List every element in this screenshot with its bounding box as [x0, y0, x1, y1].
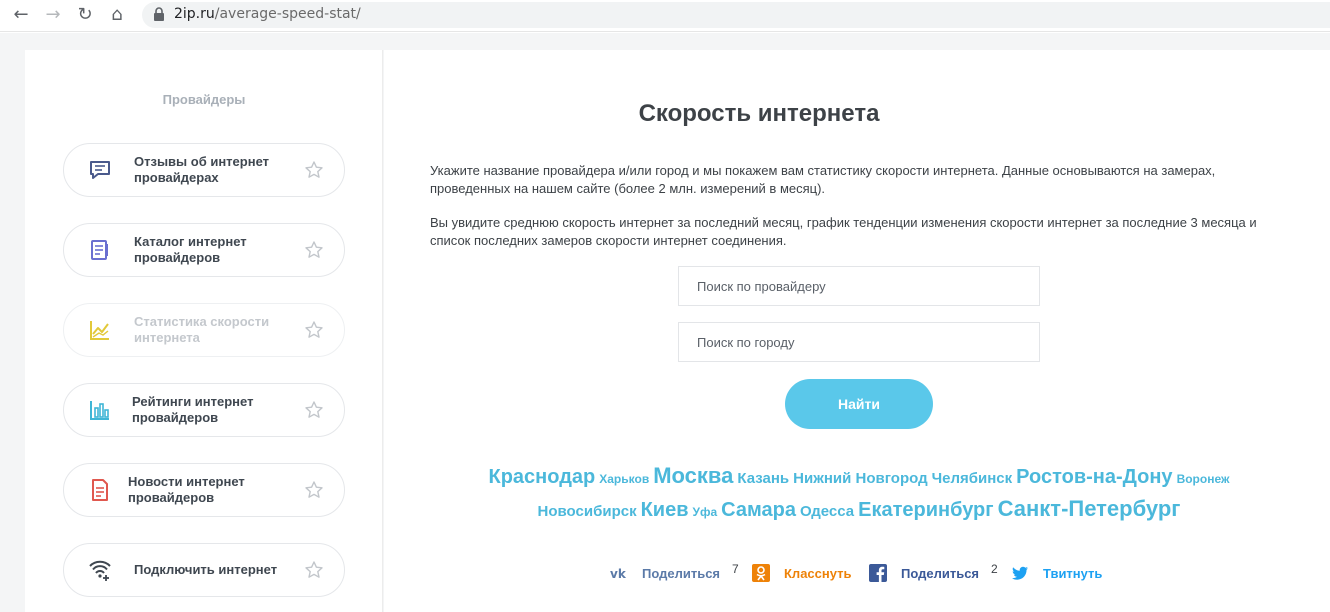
star-icon[interactable]: [304, 160, 324, 180]
city-link[interactable]: Краснодар: [489, 466, 596, 488]
city-link[interactable]: Воронеж: [1177, 472, 1230, 486]
lock-icon: [154, 7, 164, 21]
sidebar-item-label: Подключить интернет: [134, 562, 278, 577]
share-label: Поделиться: [642, 566, 721, 581]
description-paragraph: Укажите название провайдера и/или город …: [430, 163, 1216, 196]
page-title: Скорость интернета: [638, 100, 880, 127]
twitter-icon: [1012, 566, 1028, 580]
star-icon[interactable]: [304, 320, 324, 340]
sidebar-item-label: Каталог интернет провайдеров: [134, 234, 247, 265]
city-link[interactable]: Екатеринбург: [858, 499, 993, 521]
bar-chart-icon: [90, 401, 109, 420]
share-count: 7: [732, 562, 739, 576]
reload-icon[interactable]: ↻: [74, 4, 96, 26]
share-label: Твитнуть: [1043, 566, 1103, 581]
star-icon[interactable]: [304, 480, 324, 500]
arrow-left-icon[interactable]: ←: [10, 4, 32, 26]
sidebar-item-catalog[interactable]: Каталог интернет провайдеров: [63, 223, 345, 277]
star-icon[interactable]: [304, 560, 324, 580]
share-label: Поделиться: [901, 566, 980, 581]
sidebar: Провайдеры Отзывы об интернет провайдера…: [25, 50, 383, 612]
url-text[interactable]: 2ip.ru/average-speed-stat/: [174, 6, 361, 22]
city-link[interactable]: Уфа: [693, 505, 718, 519]
sidebar-item-speed-stats[interactable]: Статистика скорости интернета: [63, 303, 345, 357]
sidebar-item-label: Новости интернет провайдеров: [128, 474, 245, 505]
share-count: 2: [991, 562, 998, 576]
sidebar-item-label: Статистика скорости интернета: [134, 314, 270, 345]
sidebar-item-connect[interactable]: Подключить интернет: [63, 543, 345, 597]
city-cloud-row: Новосибирск Киев Уфа Самара Одесса Екатеринбу…: [454, 496, 1264, 522]
sidebar-item-label: Отзывы об интернет провайдерах: [134, 154, 269, 185]
city-link[interactable]: Санкт-Петербург: [998, 496, 1181, 521]
city-cloud-row: Краснодар Харьков Москва Казань Нижний Новго…: [454, 463, 1264, 489]
sidebar-title: Провайдеры: [162, 92, 246, 107]
city-link[interactable]: Киев: [641, 499, 689, 521]
city-link[interactable]: Харьков: [599, 472, 649, 486]
odnoklassniki-icon: [752, 564, 770, 582]
vk-share-button[interactable]: vk Поделиться 7: [610, 562, 750, 586]
sidebar-item-label: Рейтинги интернет провайдеров: [132, 394, 254, 425]
city-link[interactable]: Челябинск: [932, 470, 1013, 487]
twitter-share-button[interactable]: Твитнуть: [1011, 562, 1121, 586]
sidebar-item-ratings[interactable]: Рейтинги интернет провайдеров: [63, 383, 345, 437]
catalog-icon: [91, 240, 108, 260]
vk-icon: vk: [610, 567, 627, 581]
url-path: /average-speed-stat/: [214, 6, 361, 22]
comment-icon: [90, 161, 110, 179]
city-link[interactable]: Ростов-на-Дону: [1016, 466, 1172, 488]
city-link[interactable]: Нижний Новгород: [793, 470, 927, 487]
city-link[interactable]: Одесса: [800, 503, 854, 520]
provider-search-input[interactable]: [678, 266, 1040, 306]
arrow-right-icon[interactable]: →: [42, 4, 64, 26]
description-paragraph: Вы увидите среднюю скорость интернет за …: [430, 215, 1257, 248]
home-icon[interactable]: ⌂: [106, 4, 128, 26]
news-icon: [92, 479, 108, 501]
facebook-icon: [869, 564, 887, 582]
url-domain: 2ip.ru: [174, 6, 215, 22]
find-button[interactable]: Найти: [785, 379, 933, 429]
city-link[interactable]: Казань: [737, 470, 789, 487]
city-link[interactable]: Москва: [653, 463, 733, 488]
chart-icon: [90, 321, 109, 340]
svg-text:vk: vk: [610, 567, 627, 581]
sidebar-item-reviews[interactable]: Отзывы об интернет провайдерах: [63, 143, 345, 197]
sidebar-item-news[interactable]: Новости интернет провайдеров: [63, 463, 345, 517]
city-search-input[interactable]: [678, 322, 1040, 362]
city-link[interactable]: Самара: [721, 499, 796, 521]
browser-toolbar: ← → ↻ ⌂ 2ip.ru/average-speed-stat/: [0, 0, 1330, 32]
ok-share-button[interactable]: Класснуть: [752, 562, 862, 586]
star-icon[interactable]: [304, 240, 324, 260]
main-content: Скорость интернета Укажите название пров…: [384, 50, 1330, 612]
facebook-share-button[interactable]: Поделиться 2: [869, 562, 1009, 586]
share-label: Класснуть: [784, 566, 852, 581]
city-link[interactable]: Новосибирск: [538, 503, 637, 520]
wifi-plus-icon: [89, 560, 111, 581]
star-icon[interactable]: [304, 400, 324, 420]
